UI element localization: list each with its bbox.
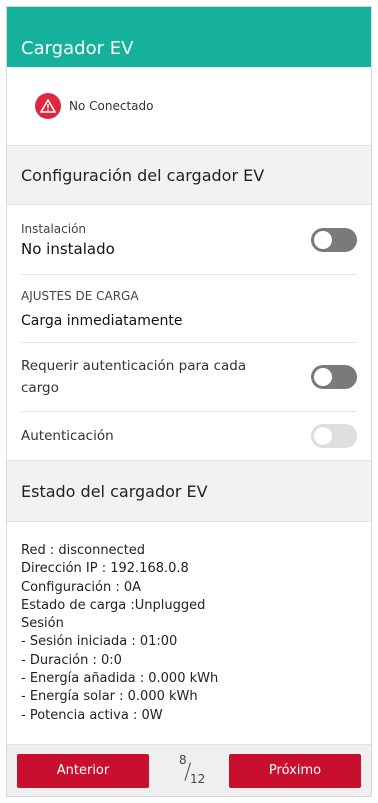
app-frame: Cargador EV No Conectado Configuración d…	[6, 6, 372, 797]
charger-state-info: Red : disconnected Dirección IP : 192.16…	[7, 522, 371, 725]
footer-nav: Anterior 8 / 12 Próximo	[7, 744, 371, 796]
warning-icon	[35, 93, 61, 119]
connection-status-text: No Conectado	[69, 99, 154, 113]
auth-row: Autenticación	[21, 412, 357, 460]
installation-value: No instalado	[21, 239, 115, 258]
connection-status: No Conectado	[7, 67, 371, 145]
previous-button[interactable]: Anterior	[17, 753, 149, 788]
charge-settings-label: AJUSTES DE CARGA	[21, 289, 139, 303]
state-line: - Energía añadida : 0.000 kWh	[21, 671, 219, 687]
state-line: Estado de carga :Unplugged	[21, 597, 206, 613]
app-bar: Cargador EV	[7, 7, 371, 67]
page-indicator: 8 / 12	[169, 751, 209, 791]
state-line: - Energía solar : 0.000 kWh	[21, 689, 198, 705]
state-section-header: Estado del cargador EV	[7, 460, 371, 522]
charge-settings-value: Carga inmediatamente	[21, 313, 183, 329]
installation-toggle[interactable]	[311, 227, 357, 252]
require-auth-toggle[interactable]	[311, 365, 357, 389]
toggle-knob	[314, 427, 332, 445]
page-total: 12	[190, 771, 206, 786]
state-line: Red : disconnected	[21, 543, 146, 558]
next-button[interactable]: Próximo	[229, 753, 361, 788]
require-auth-row: Requerir autenticación para cada cargo	[21, 343, 357, 412]
auth-toggle[interactable]	[311, 424, 357, 448]
installation-label: Instalación	[21, 221, 87, 236]
require-auth-label: Requerir autenticación para cada cargo	[21, 358, 247, 396]
state-line: - Duración : 0:0	[21, 652, 122, 668]
toggle-knob	[314, 230, 332, 249]
state-line: - Sesión iniciada : 01:00	[21, 634, 178, 650]
state-line: Configuración : 0A	[21, 579, 142, 595]
auth-label: Autenticación	[21, 428, 114, 444]
config-section-header: Configuración del cargador EV	[7, 145, 371, 205]
state-line: - Potencia activa : 0W	[21, 707, 163, 723]
toggle-knob	[314, 368, 332, 386]
installation-row: Instalación No instalado	[21, 205, 357, 275]
app-title: Cargador EV	[21, 38, 134, 59]
state-line: Dirección IP : 192.168.0.8	[21, 561, 189, 577]
charge-settings-row[interactable]: AJUSTES DE CARGA Carga inmediatamente	[21, 275, 357, 343]
state-line: Sesión	[21, 616, 64, 632]
